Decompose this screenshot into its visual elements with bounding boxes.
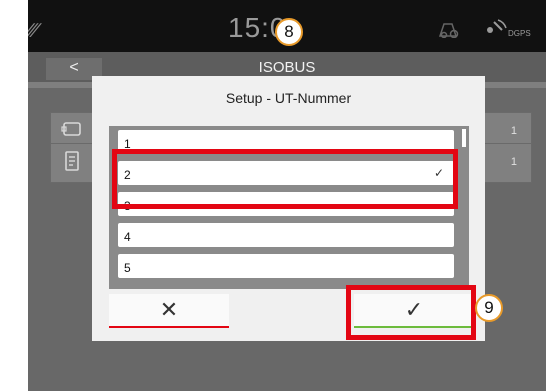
tractor-icon [438, 20, 460, 43]
scrollbar[interactable] [462, 129, 466, 147]
page-title: ISOBUS [258, 59, 316, 76]
list-item[interactable]: 5 [118, 254, 454, 278]
close-icon: ✕ [159, 297, 179, 322]
step-callout: 9 [475, 294, 503, 322]
item-label: 4 [124, 230, 131, 244]
cancel-underline [109, 326, 229, 328]
row-value: 1 [510, 125, 517, 137]
item-label: 5 [124, 261, 131, 275]
dialog-title: Setup - UT-Nummer [225, 90, 352, 106]
list-item[interactable]: 4 [118, 223, 454, 247]
device-icon [61, 119, 83, 146]
step-callout: 8 [275, 18, 303, 46]
highlight-confirm-button [346, 285, 476, 340]
signal-icon: ∕∕∕ [28, 20, 39, 42]
row-value: 1 [510, 156, 517, 168]
cancel-button[interactable]: ✕ [109, 294, 229, 328]
gps-icon: DGPS [484, 18, 531, 41]
task-controller-icon [61, 150, 83, 179]
gps-label: DGPS [508, 29, 531, 38]
highlight-selected-item [112, 149, 458, 209]
